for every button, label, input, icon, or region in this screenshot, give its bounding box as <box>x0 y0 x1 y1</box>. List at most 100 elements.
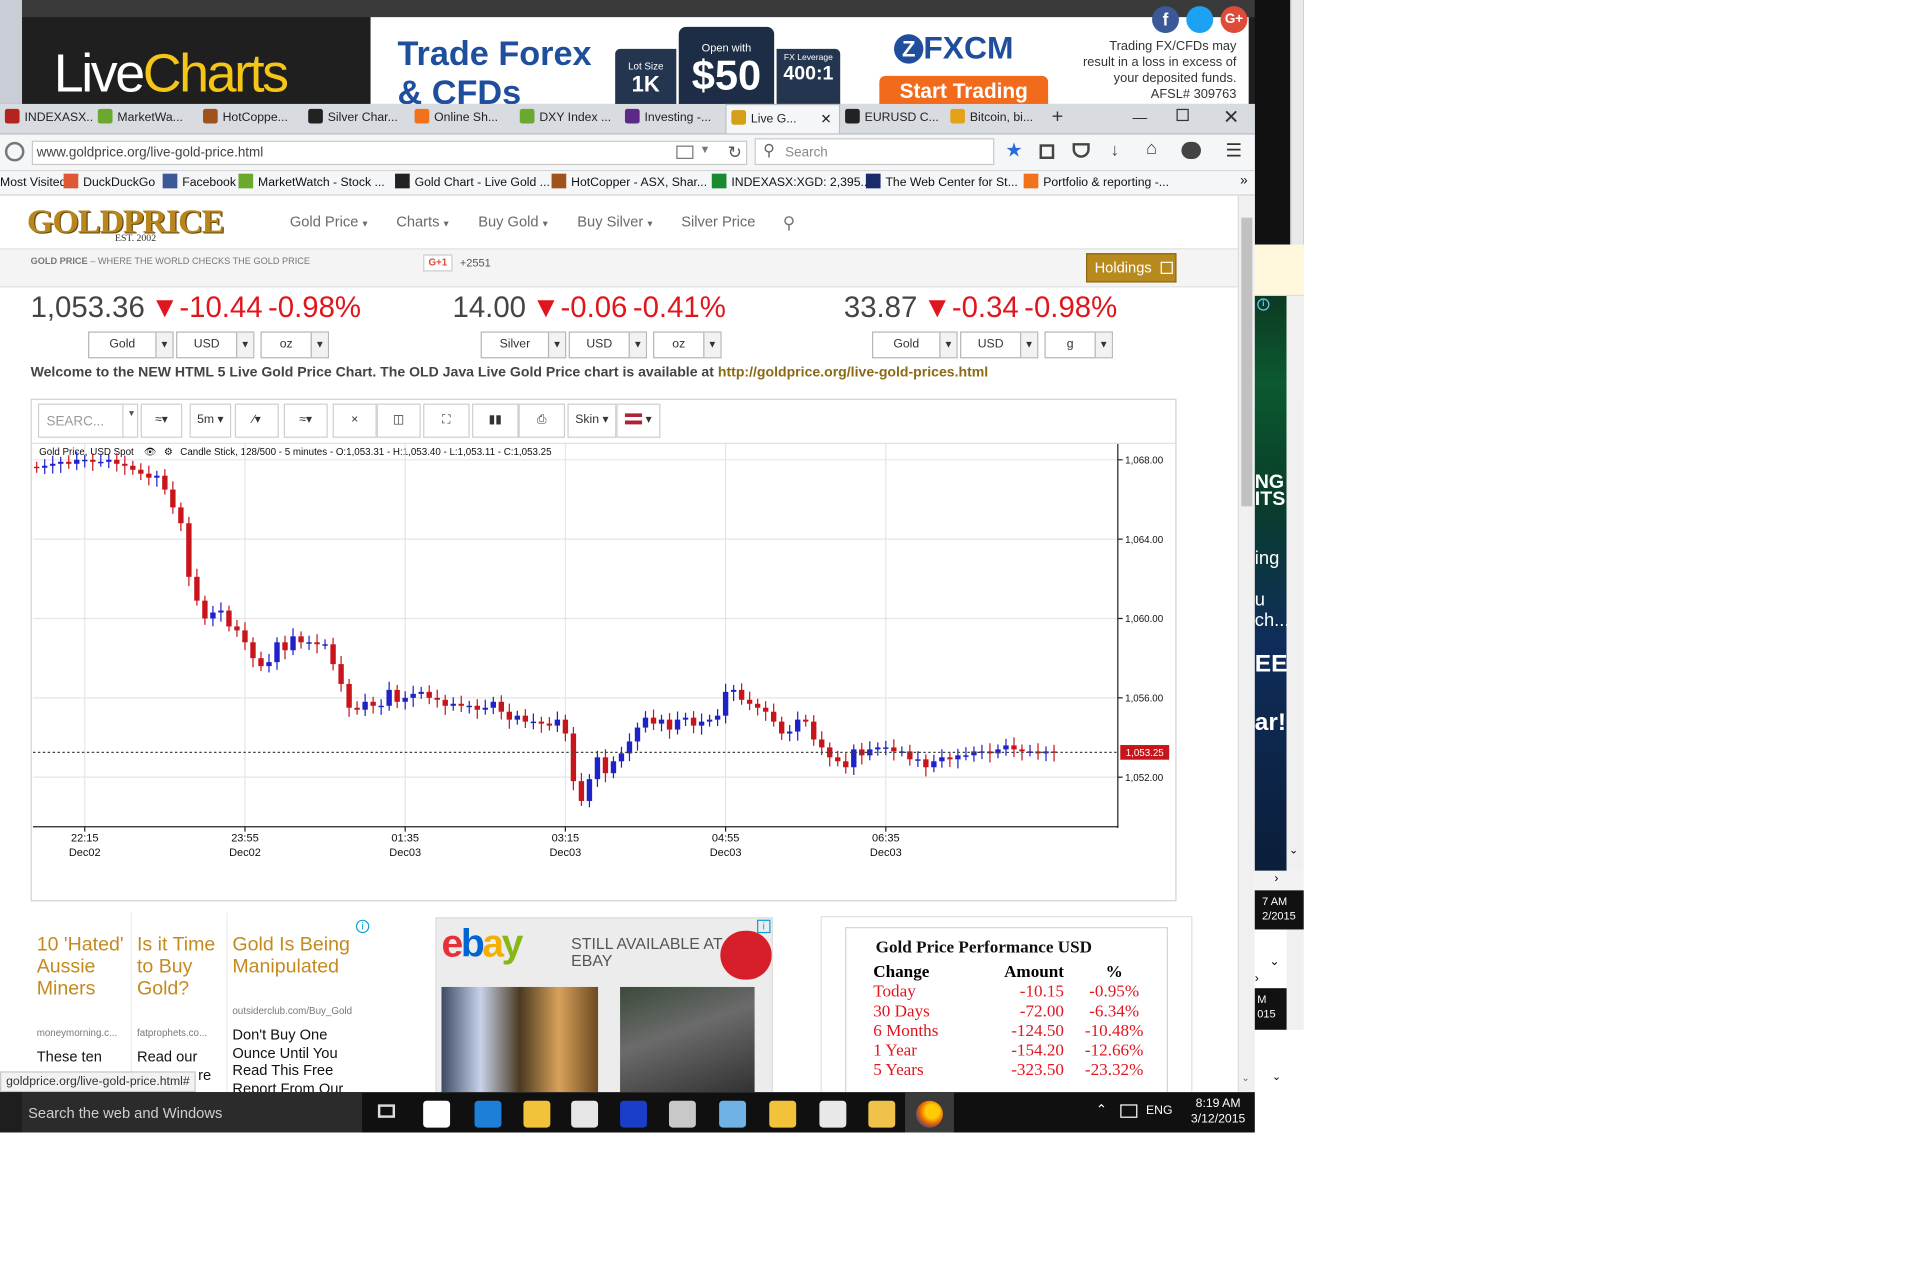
candle[interactable] <box>490 701 496 708</box>
bookmark-item[interactable]: Most Visited <box>0 171 66 195</box>
side-prev-icon[interactable]: › <box>1255 972 1259 985</box>
candle[interactable] <box>298 636 304 643</box>
candle[interactable] <box>843 761 849 768</box>
adchoices-icon[interactable]: i <box>1257 298 1270 311</box>
facebook-icon[interactable]: f <box>1152 6 1179 34</box>
candle[interactable] <box>506 711 513 720</box>
bookmark-item[interactable]: Facebook <box>162 171 236 195</box>
bookmark-item[interactable]: Gold Chart - Live Gold ... <box>395 171 550 195</box>
candle[interactable] <box>594 757 601 780</box>
reading-list-icon[interactable] <box>1039 144 1055 159</box>
paint-icon[interactable] <box>719 1100 747 1128</box>
language-indicator[interactable]: ENG <box>1146 1104 1173 1117</box>
adchoices-icon[interactable]: i <box>757 919 771 934</box>
candle[interactable] <box>242 630 248 643</box>
folder-icon[interactable] <box>769 1100 797 1128</box>
side-scroll-icon-3[interactable]: ⌄ <box>1272 1070 1281 1083</box>
candle[interactable] <box>426 691 432 698</box>
candle[interactable] <box>266 662 272 667</box>
candle[interactable] <box>282 642 288 651</box>
candle[interactable] <box>1003 745 1009 750</box>
side-next-icon[interactable]: › <box>1274 872 1278 885</box>
candle[interactable] <box>819 739 825 748</box>
candle[interactable] <box>690 717 697 726</box>
candle[interactable] <box>666 719 673 730</box>
candle[interactable] <box>562 719 569 734</box>
browser-tab[interactable]: Live G... ✕ <box>725 103 841 134</box>
candle[interactable] <box>1019 749 1025 752</box>
scrollbar-thumb[interactable] <box>1241 217 1253 507</box>
symbol-dropdown-icon[interactable]: ▼ <box>122 403 139 438</box>
candle[interactable] <box>803 719 809 722</box>
info-app-icon[interactable] <box>620 1100 647 1128</box>
candle[interactable] <box>522 715 529 722</box>
drawing-tools-button[interactable]: ∕▾ <box>234 403 279 438</box>
page-scrollbar[interactable]: ⌄ <box>1237 195 1255 1093</box>
start-trading-button[interactable]: Start Trading <box>879 75 1049 104</box>
candlestick-chart[interactable]: 1,068.00 1,064.00 1,060.00 1,056.00 1,052.00… <box>32 443 1176 901</box>
candle[interactable] <box>146 473 152 478</box>
candle[interactable] <box>554 719 561 726</box>
bookmark-item[interactable]: Portfolio & reporting -... <box>1023 171 1169 195</box>
candle[interactable] <box>923 759 929 768</box>
browser-tab[interactable]: Silver Char... <box>303 104 409 133</box>
taskbar-clock[interactable]: 8:19 AM 3/12/2015 <box>1184 1096 1252 1128</box>
minimize-icon[interactable]: — <box>1132 109 1147 126</box>
candle[interactable] <box>578 781 585 801</box>
edge-icon[interactable] <box>474 1100 502 1128</box>
action-center-icon[interactable] <box>1120 1104 1138 1118</box>
photos-icon[interactable] <box>868 1100 896 1128</box>
home-icon[interactable]: ⌂ <box>1146 138 1157 159</box>
candle[interactable] <box>186 523 192 577</box>
taskbar-search[interactable]: Search the web and Windows <box>22 1092 363 1133</box>
site-info-icon[interactable] <box>4 141 25 162</box>
symbol-search-input[interactable]: SEARC... ▼ <box>37 403 139 438</box>
candle[interactable] <box>42 465 48 468</box>
old-chart-link[interactable]: http://goldprice.org/live-gold-prices.ht… <box>718 366 988 381</box>
candle[interactable] <box>306 642 312 644</box>
language-button[interactable]: ▾ <box>616 403 661 438</box>
candle[interactable] <box>418 691 424 694</box>
reload-icon[interactable]: ↻ <box>728 142 742 163</box>
candle[interactable] <box>875 747 881 750</box>
interval-button[interactable]: 5m ▾ <box>189 403 232 438</box>
bookmark-item[interactable]: DuckDuckGo <box>63 171 155 195</box>
side-scrollbar[interactable]: ⌄ <box>1286 295 1304 871</box>
task-view-icon[interactable] <box>377 1104 396 1118</box>
candle[interactable] <box>394 689 400 702</box>
candle[interactable] <box>50 463 56 466</box>
candle[interactable] <box>915 759 921 761</box>
candle[interactable] <box>714 715 721 720</box>
calculator-app-icon[interactable] <box>668 1100 696 1128</box>
print-button[interactable]: ⎙ <box>518 403 566 438</box>
candle[interactable] <box>787 731 793 734</box>
candle[interactable] <box>939 757 945 762</box>
bookmark-item[interactable]: INDEXASX:XGD: 2,395.... <box>711 171 874 195</box>
candle[interactable] <box>138 469 144 474</box>
metal-select[interactable]: Silver ▼ <box>480 331 567 359</box>
currency-select[interactable]: USD ▼ <box>568 331 647 359</box>
candle[interactable] <box>33 466 40 469</box>
candle[interactable] <box>947 757 953 760</box>
candle[interactable] <box>514 715 521 720</box>
file-explorer-icon[interactable] <box>523 1100 551 1128</box>
candle[interactable] <box>402 697 408 702</box>
site-nav-item[interactable]: Gold Price ▼ <box>290 213 369 230</box>
candle[interactable] <box>746 699 753 704</box>
currency-select[interactable]: USD ▼ <box>176 331 255 359</box>
candle[interactable] <box>82 459 88 462</box>
dropdown-arrow-icon[interactable]: ▼ <box>700 143 711 155</box>
candle[interactable] <box>706 719 713 722</box>
candle[interactable] <box>154 475 160 478</box>
candle[interactable] <box>754 703 761 708</box>
candle[interactable] <box>354 707 360 710</box>
candle[interactable] <box>570 733 577 782</box>
candle[interactable] <box>114 459 120 464</box>
chart-type-button[interactable]: ≈▾ <box>140 403 183 438</box>
candle[interactable] <box>274 642 280 663</box>
firefox-taskbar-item[interactable] <box>905 1092 954 1133</box>
browser-tab[interactable]: EURUSD C... <box>840 104 945 133</box>
documents-icon[interactable] <box>819 1100 847 1128</box>
unit-select[interactable]: oz ▼ <box>260 331 329 359</box>
candle[interactable] <box>498 701 504 712</box>
